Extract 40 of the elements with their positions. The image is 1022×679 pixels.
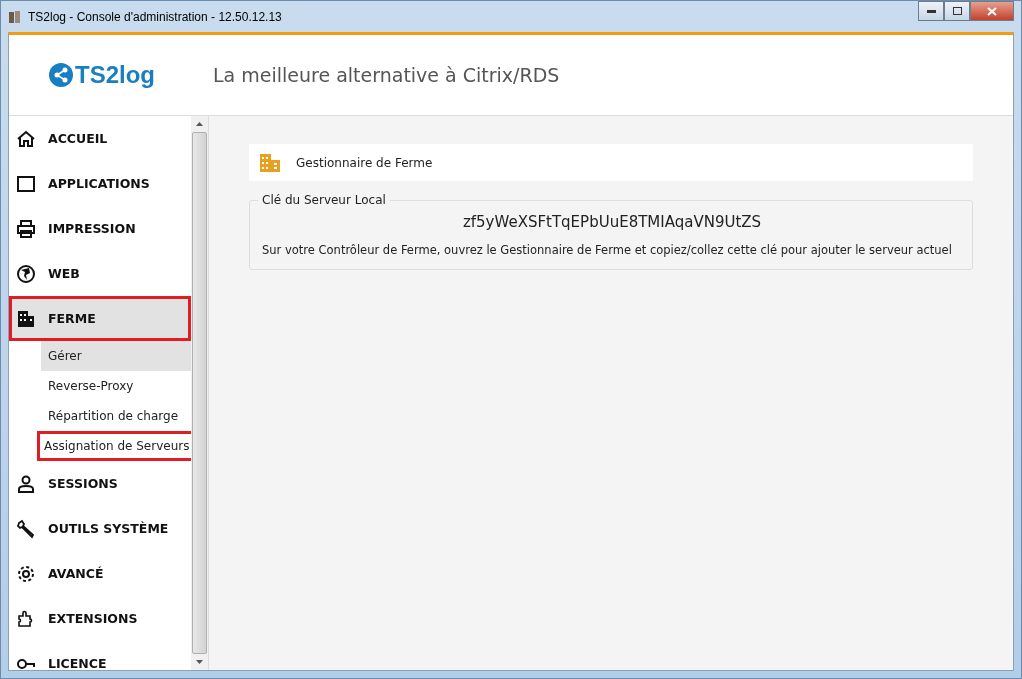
nav-item[interactable]: AVANCÉ xyxy=(9,551,191,596)
window-icon xyxy=(16,173,36,194)
scroll-up-icon[interactable] xyxy=(196,122,203,126)
person-icon xyxy=(16,473,36,494)
app-icon xyxy=(8,9,22,24)
nav-item[interactable]: APPLICATIONS xyxy=(9,161,191,206)
submenu-item[interactable]: Répartition de charge xyxy=(41,401,191,431)
printer-icon xyxy=(16,218,36,239)
page-title: Gestionnaire de Ferme xyxy=(296,155,433,170)
minimize-icon xyxy=(926,9,936,13)
close-button[interactable] xyxy=(970,1,1014,21)
nav-item[interactable]: LICENCE xyxy=(9,641,191,670)
share-logo-icon xyxy=(49,63,73,87)
minimize-button[interactable] xyxy=(918,1,944,21)
submenu-item[interactable]: Reverse-Proxy xyxy=(41,371,191,401)
gear-icon xyxy=(16,563,36,584)
instructions-text: Sur votre Contrôleur de Ferme, ouvrez le Gestionnaire de Ferme et copiez/collez cette clé pour ajouter le serveur actuel xyxy=(262,243,953,257)
building-icon xyxy=(260,153,280,172)
submenu-item[interactable]: Gérer xyxy=(41,341,191,371)
logo: TS2log xyxy=(49,61,175,89)
server-key: zf5yWeXSFtTqEPbUuE8TMIAqaVN9UtZS xyxy=(262,213,962,231)
nav-item[interactable]: FERME xyxy=(9,296,191,341)
window-title: TS2log - Console d'administration - 12.50.12.13 xyxy=(28,9,282,24)
tagline: La meilleure alternative à Citrix/RDS xyxy=(213,64,560,86)
nav-item[interactable]: WEB xyxy=(9,251,191,296)
building-icon xyxy=(16,308,36,329)
globe-icon xyxy=(16,263,36,284)
maximize-icon xyxy=(952,7,962,15)
home-icon xyxy=(16,128,36,149)
submenu-item[interactable]: Assignation de Serveurs xyxy=(37,431,191,461)
nav-item[interactable]: ACCUEIL xyxy=(9,116,191,161)
wrench-icon xyxy=(16,518,36,539)
scroll-down-icon[interactable] xyxy=(196,660,203,664)
close-icon xyxy=(987,6,997,16)
maximize-button[interactable] xyxy=(944,1,970,21)
nav-item[interactable]: OUTILS SYSTÈME xyxy=(9,506,191,551)
nav-item[interactable]: EXTENSIONS xyxy=(9,596,191,641)
nav-item[interactable]: SESSIONS xyxy=(9,461,191,506)
group-legend: Clé du Serveur Local xyxy=(258,193,390,207)
nav-item[interactable]: IMPRESSION xyxy=(9,206,191,251)
